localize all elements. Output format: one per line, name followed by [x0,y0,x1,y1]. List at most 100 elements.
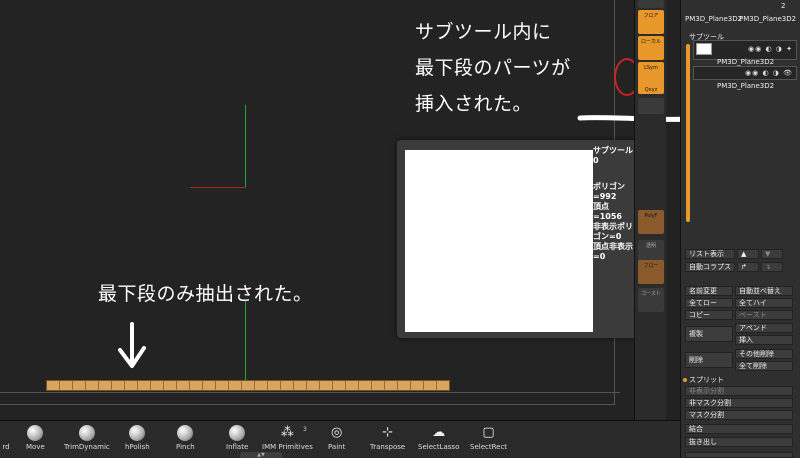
frame-border-top [0,392,620,393]
brush-label: Move [26,443,45,451]
shelf-collapse-handle[interactable]: ▲▼ [240,452,282,458]
eye-icon[interactable]: ◉◉ ◐ ◑ ✦ [748,45,793,53]
auto-collapse-button[interactable]: 自動コラプス [685,262,735,272]
bottom-annotation: 最下段のみ抽出された。 [98,283,313,305]
lsym-button[interactable]: LSym [638,62,664,86]
qxyz-button[interactable]: Qxyz [638,84,664,94]
arrow-up-button[interactable]: ▲ [737,249,759,259]
flow-button[interactable]: フロー [638,260,664,284]
brush-partial[interactable]: rd [0,425,14,451]
insert-button[interactable]: 挿入 [735,335,793,345]
brush-icon [229,425,246,441]
brush-label: IMM Primitives [262,443,313,451]
split-hidden-button[interactable]: 非表示分割 [685,386,793,396]
top-subtool-name-2[interactable]: PM3D_Plane3D2 [739,15,796,23]
subtool-row-1-name: PM3D_Plane3D2 [717,58,775,66]
subtool-list-scrollbar[interactable] [686,44,690,222]
primitives-icon: ⁂ [280,425,294,440]
auto-reorder-button[interactable]: 自動並べ替え [735,286,793,296]
popup-title: サブツール0 [593,146,633,165]
delete-button[interactable]: 削除 [685,352,733,368]
subtool-preview-thumbnail [405,150,593,332]
brush-selectlasso[interactable]: ☁ SelectLasso [418,425,459,451]
brush-icon [78,425,95,441]
brush-inflate[interactable]: Inflate [226,425,248,451]
brush-label: TrimDynamic [64,443,110,451]
y-axis-line-upper [245,105,246,188]
tool-button-top[interactable] [638,0,664,8]
frame-border-bottom [0,404,615,405]
arrow-down-icon [118,322,146,368]
eye-icon[interactable]: ◉◉ ◐ ◑ 👁 [745,69,793,77]
split-section-title[interactable]: スプリット [683,375,724,385]
local-button[interactable]: ローカル [638,36,664,60]
annotation-line-3: 挿入された。 [415,93,533,115]
list-view-button[interactable]: リスト表示 [685,249,735,259]
arrow-down-button[interactable]: ▼ [761,249,783,259]
brush-icon [177,425,194,441]
delete-all-button[interactable]: 全て削除 [735,361,793,371]
hidden-vertex-count: 頂点非表示 =0 [593,242,633,261]
extract-button[interactable]: 抜き出し [685,437,793,447]
x-axis-line [190,187,246,188]
subtool-row-2[interactable]: ◉◉ ◐ ◑ 👁 [693,66,797,80]
ghost-button[interactable]: ゴースト [638,288,664,312]
brush-hpolish[interactable]: hPolish [125,425,150,451]
brush-label: Transpose [370,443,406,451]
brush-trimdynamic[interactable]: TrimDynamic [64,425,110,451]
rename-button[interactable]: 名前変更 [685,286,733,296]
top-subtool-name-1[interactable]: PM3D_Plane3D2 [685,15,742,23]
split-unmasked-button[interactable]: 非マスク分割 [685,398,793,408]
transpose-icon: ⊹ [382,425,394,440]
annotation-line-2: 最下段のパーツが [415,57,571,79]
imm-count: 3 [303,426,307,433]
rect-select-icon: ▢ [482,425,495,440]
brush-label: Paint [328,443,346,451]
append-button[interactable]: アペンド [735,323,793,333]
tool-column: フロア ローカル LSym Qxyz 透明 ゴースト PolyF フロー [634,0,666,420]
all-low-button[interactable]: 全てロー [685,298,733,308]
split-dot-icon [683,378,687,382]
brush-label: hPolish [125,443,150,451]
subtool-row-1[interactable]: ◉◉ ◐ ◑ ✦ [693,40,797,60]
split-title-label: スプリット [689,376,724,384]
brush-label: Pinch [176,443,195,451]
subtool-annotation: サブツール内に 最下段のパーツが 挿入された。 [415,14,571,122]
merge-button[interactable]: 結合 [685,424,793,434]
brush-selectrect[interactable]: ▢ SelectRect [470,425,507,451]
brush-label: rd [2,443,10,451]
brush-label: Inflate [226,443,249,451]
extracted-mesh-strip[interactable] [46,380,450,391]
split-masked-button[interactable]: マスク分割 [685,410,793,420]
spiral-icon: ◎ [330,425,343,440]
move-button-2[interactable]: ↴ [761,262,783,272]
brush-move[interactable]: Move [26,425,45,451]
tool-icon-button[interactable] [638,98,664,114]
move-button-1[interactable]: ↱ [737,262,759,272]
brush-icon [27,425,44,441]
lasso-icon: ☁ [432,425,446,440]
delete-other-button[interactable]: その他削除 [735,349,793,359]
brush-shelf: rd Move TrimDynamic hPolish Pinch Inflat… [0,420,680,458]
duplicate-button[interactable]: 複製 [685,326,733,342]
vertex-count: 頂点=1056 [593,202,622,221]
subtool-thumbnail [696,43,712,55]
brush-label: SelectRect [470,443,508,451]
panel-bottom-bar[interactable] [685,452,793,458]
floor-button[interactable]: フロア [638,10,664,34]
paste-button[interactable]: ペースト [735,310,793,320]
brush-transpose[interactable]: ⊹ Transpose [370,425,405,451]
subtool-panel: PM3D_Plane3D2 PM3D_Plane3D2 2 サブツール ◉◉ ◐… [680,0,800,458]
polygon-count: ポリゴン=992 [593,182,625,201]
annotation-line-1: サブツール内に [415,21,552,43]
all-high-button[interactable]: 全てハイ [735,298,793,308]
top-subtool-count: 2 [781,2,786,10]
polyf-button[interactable]: PolyF [638,210,664,234]
brush-paint[interactable]: ◎ Paint [328,425,345,451]
copy-button[interactable]: コピー [685,310,733,320]
y-axis-line-lower [245,300,246,390]
hidden-polygon-count: 非表示ポリゴン=0 [593,222,633,241]
brush-pinch[interactable]: Pinch [176,425,195,451]
subtool-preview-popup: サブツール0 ポリゴン=992 頂点=1056 非表示ポリゴン=0 頂点非表示 … [397,140,637,338]
subtool-info: サブツール0 ポリゴン=992 頂点=1056 非表示ポリゴン=0 頂点非表示 … [593,146,637,262]
